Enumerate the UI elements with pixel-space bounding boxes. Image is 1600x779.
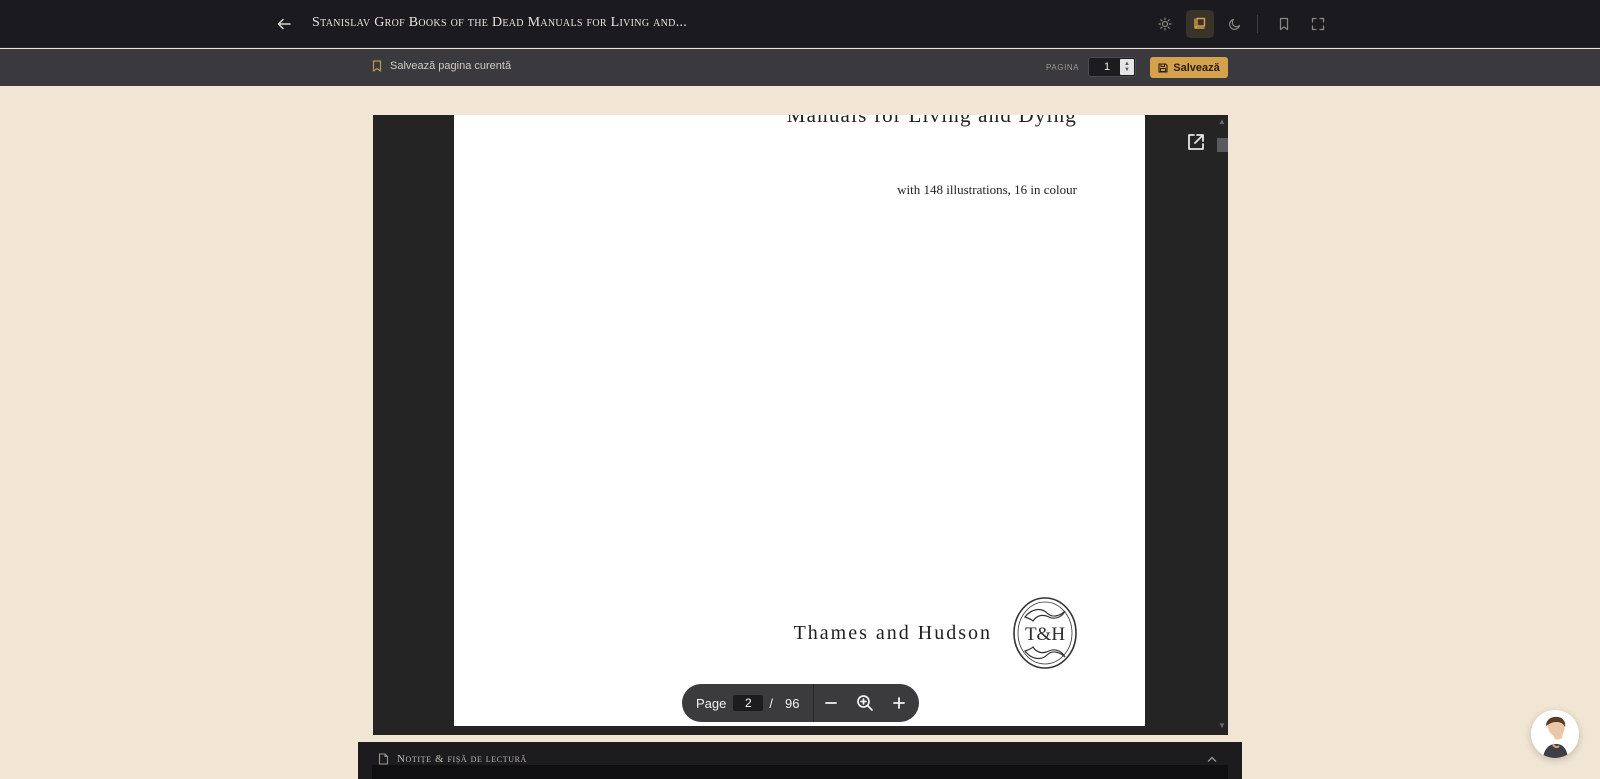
scrollbar-thumb[interactable]: [1217, 138, 1228, 152]
dark-mode-button[interactable]: [1221, 10, 1249, 38]
fullscreen-button[interactable]: [1304, 10, 1332, 38]
save-button[interactable]: Salvează: [1150, 57, 1228, 78]
floppy-disk-icon: [1158, 62, 1168, 73]
page-navigation-toolbar: Page 2 / 96: [682, 684, 919, 722]
bookmark-button[interactable]: [1270, 10, 1298, 38]
zoom-in-button[interactable]: [882, 684, 916, 722]
scroll-up-icon[interactable]: ▲: [1218, 117, 1226, 126]
document-icon: [378, 753, 389, 765]
notes-panel: Notițe & fișă de lectură: [358, 742, 1242, 779]
notes-panel-title: Notițe & fișă de lectură: [397, 753, 527, 765]
total-pages: 96: [785, 695, 800, 711]
save-button-label: Salvează: [1173, 61, 1220, 74]
scroll-down-icon[interactable]: ▼: [1218, 721, 1226, 730]
toolbar-divider: [1257, 15, 1258, 33]
pdf-viewer[interactable]: Manuals for Living and Dying with 148 il…: [373, 115, 1228, 735]
logo-text: T&H: [1025, 624, 1065, 645]
arrow-left-icon: [277, 18, 291, 30]
zoom-icon: [857, 695, 874, 711]
publisher-logo: T&H: [1013, 597, 1077, 669]
open-external-icon: [1188, 134, 1204, 150]
assistant-avatar[interactable]: [1531, 710, 1579, 758]
top-bar: Stanislav Grof Books of the Dead Manuals…: [0, 0, 1600, 48]
page-heading: Manuals for Living and Dying: [786, 115, 1077, 127]
current-page-input[interactable]: 2: [733, 695, 764, 711]
chevron-up-icon: [1207, 756, 1217, 762]
zoom-out-button[interactable]: [814, 684, 848, 722]
book-title: Stanislav Grof Books of the Dead Manuals…: [312, 15, 688, 30]
save-current-page-label: Salvează pagina curentă: [390, 60, 512, 72]
avatar-portrait-icon: [1531, 710, 1579, 758]
chevron-down-icon: ▼: [1124, 67, 1130, 73]
fullscreen-icon: [1311, 17, 1325, 31]
page-number-label: PAGINA: [1046, 63, 1080, 72]
plus-icon: [893, 697, 906, 709]
notes-panel-toggle[interactable]: Notițe & fișă de lectură: [378, 753, 527, 765]
notes-content[interactable]: [372, 765, 1228, 779]
page-label: Page: [696, 695, 727, 711]
page-save-bar: Salvează pagina curentă PAGINA 1 ▲ ▼ Sal…: [0, 49, 1600, 86]
pdf-page: Manuals for Living and Dying with 148 il…: [454, 115, 1145, 726]
zoom-reset-button[interactable]: [848, 684, 882, 722]
light-mode-button[interactable]: [1151, 10, 1179, 38]
minus-icon: [825, 702, 838, 704]
bookmark-icon: [372, 60, 382, 72]
viewer-scrollbar[interactable]: ▲ ▼: [1216, 115, 1228, 735]
reading-mode-button[interactable]: [1186, 10, 1214, 38]
save-current-page-button[interactable]: Salvează pagina curentă: [372, 60, 511, 72]
moon-icon: [1229, 18, 1241, 30]
sun-icon: [1158, 17, 1172, 31]
book-open-icon: [1194, 17, 1206, 29]
bookmark-icon: [1279, 17, 1289, 31]
page-number-stepper[interactable]: ▲ ▼: [1120, 59, 1134, 75]
page-separator: /: [769, 695, 773, 711]
publisher-name: Thames and Hudson: [793, 622, 992, 644]
open-external-button[interactable]: [1185, 131, 1207, 153]
back-button[interactable]: [272, 12, 296, 36]
illustrations-note: with 148 illustrations, 16 in colour: [897, 182, 1077, 197]
